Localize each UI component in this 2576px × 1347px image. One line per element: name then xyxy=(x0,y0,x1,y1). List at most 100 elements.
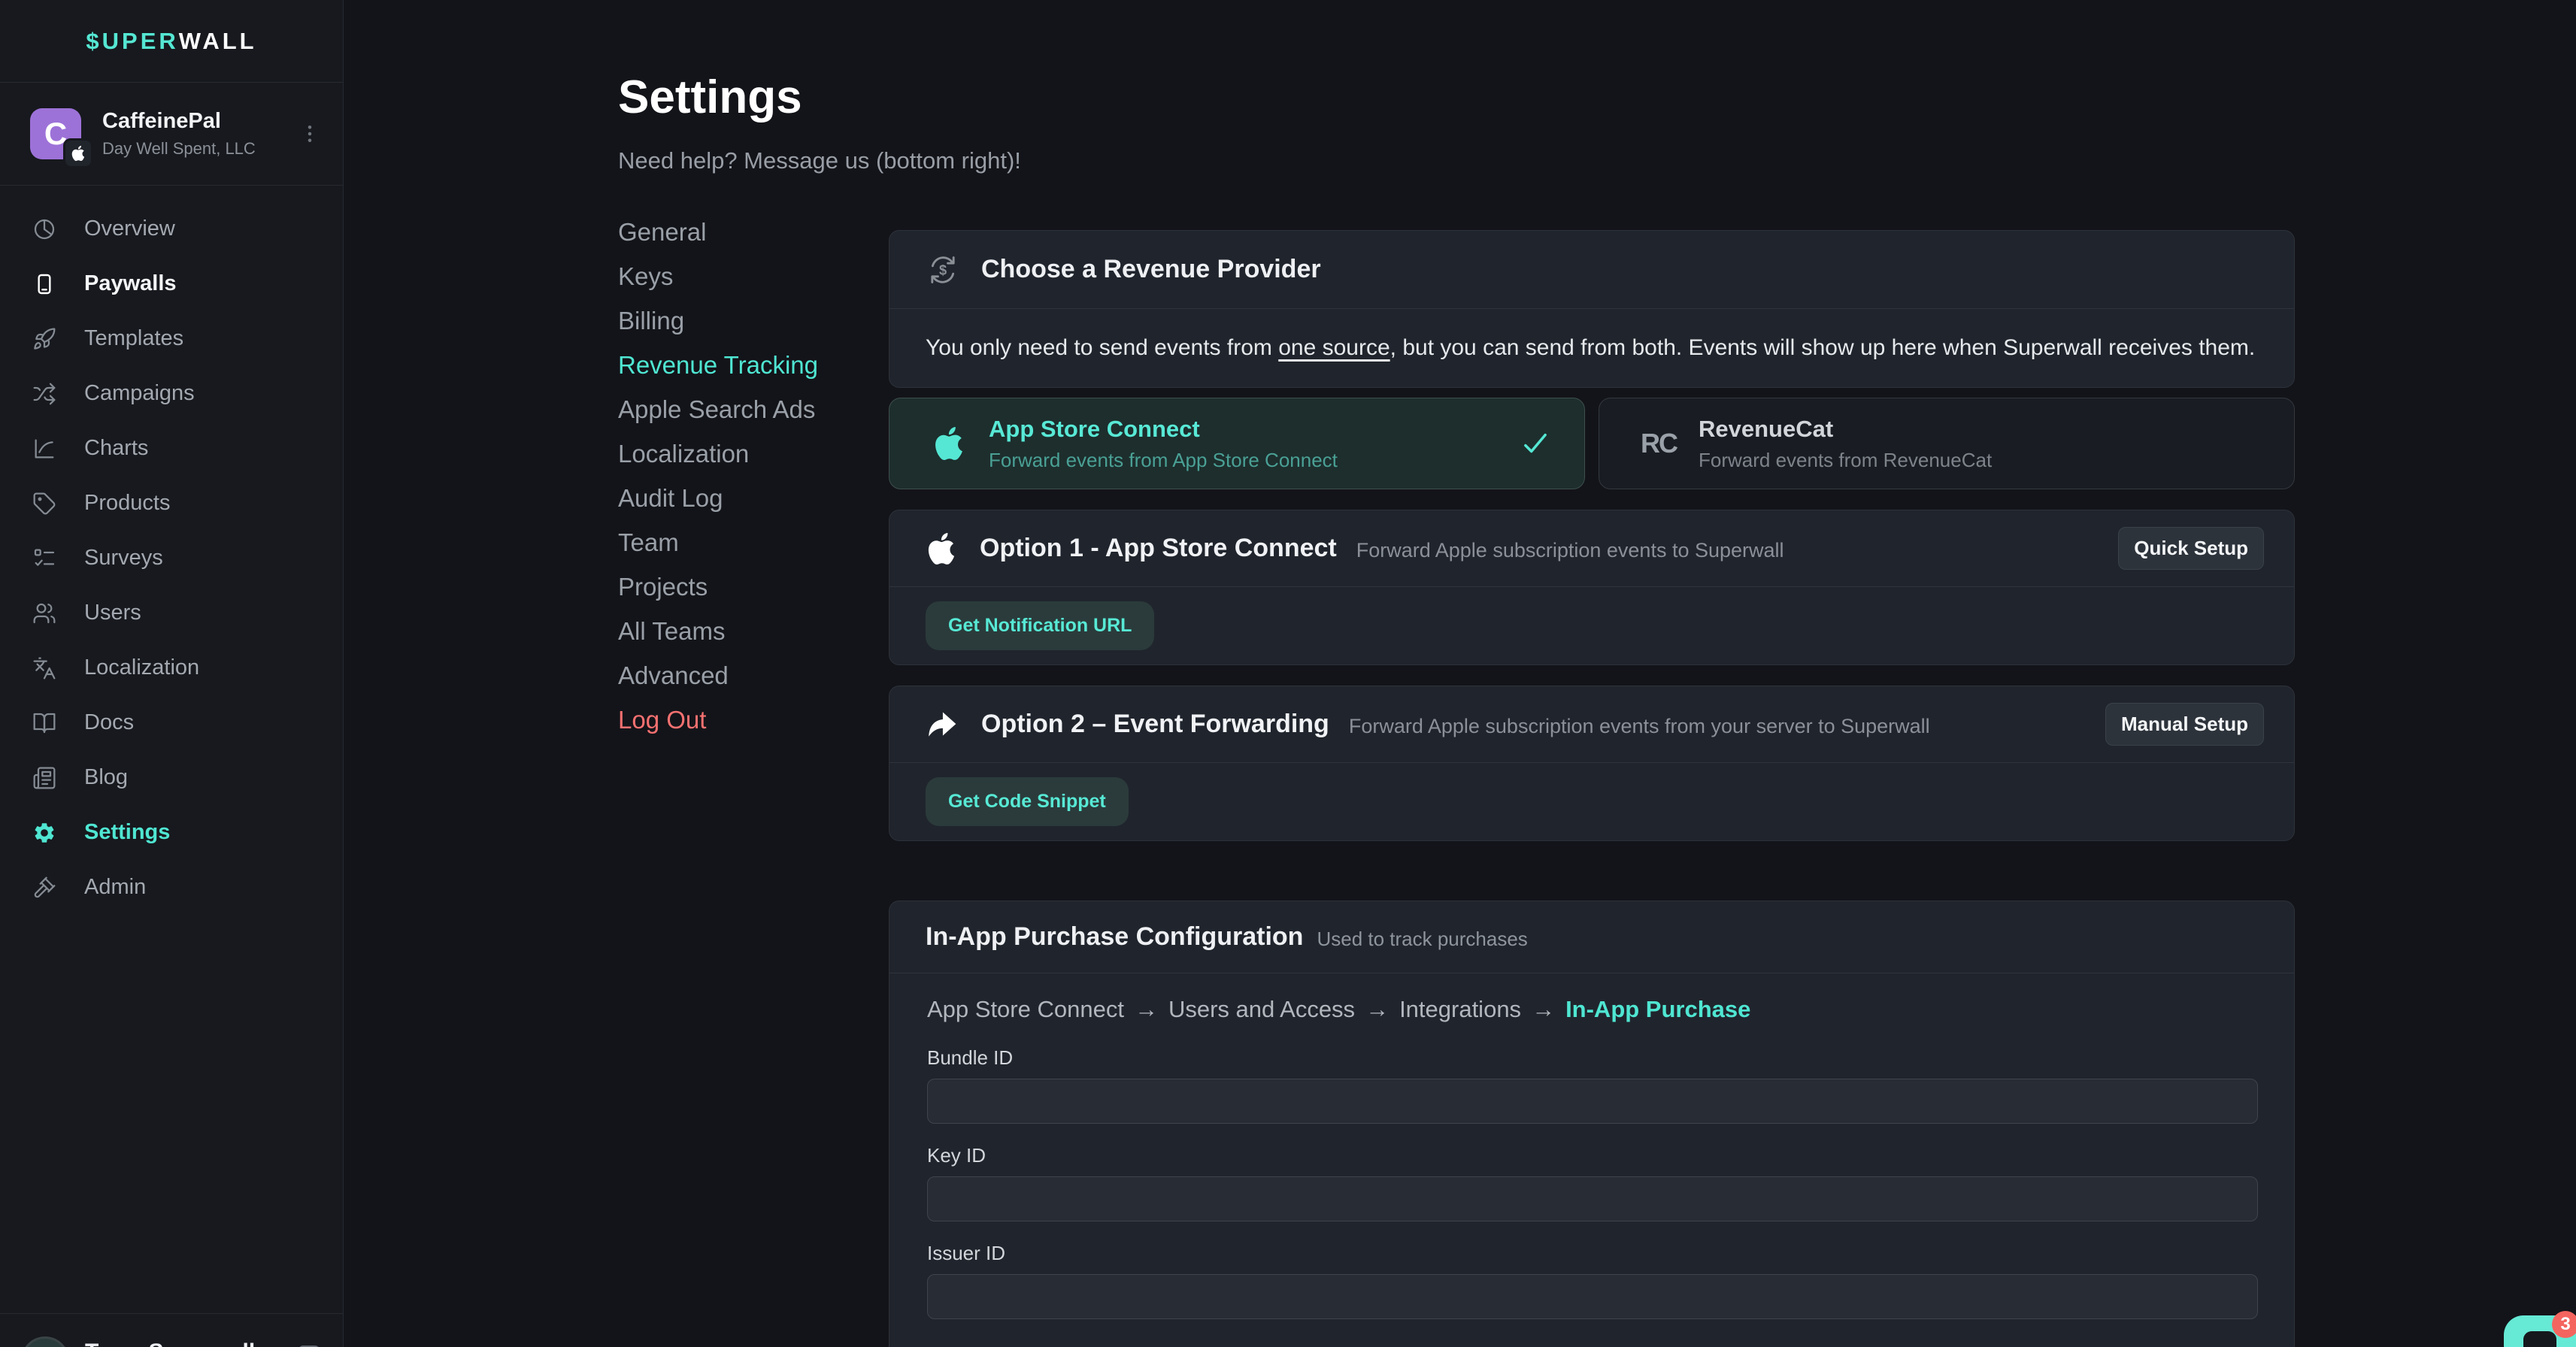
page-title: Settings xyxy=(618,71,802,124)
chat-bubble-inner xyxy=(2523,1331,2556,1347)
key-id-label: Key ID xyxy=(927,1144,2258,1167)
option2-subtitle: Forward Apple subscription events from y… xyxy=(1349,715,1930,738)
option1-title: Option 1 - App Store Connect xyxy=(980,534,1337,563)
sidebar-item-label: Admin xyxy=(84,875,146,900)
page-subtitle: Need help? Message us (bottom right)! xyxy=(618,147,1021,174)
option2-body: Get Code Snippet xyxy=(889,763,2294,840)
breadcrumb-integrations: Integrations xyxy=(1399,996,1521,1023)
option2-header: Option 2 – Event Forwarding Forward Appl… xyxy=(889,686,2294,763)
option2-title: Option 2 – Event Forwarding xyxy=(981,710,1329,739)
key-id-input[interactable] xyxy=(927,1176,2258,1221)
get-code-snippet-button[interactable]: Get Code Snippet xyxy=(926,777,1129,826)
option1-header: Option 1 - App Store Connect Forward App… xyxy=(889,510,2294,587)
sidebar-item-products[interactable]: Products xyxy=(0,476,343,531)
sidebar-item-campaigns[interactable]: Campaigns xyxy=(0,366,343,421)
issuer-id-label: Issuer ID xyxy=(927,1242,2258,1265)
provider-description: Forward events from RevenueCat xyxy=(1699,449,1992,472)
apple-icon xyxy=(926,533,957,565)
sidebar: $UPERWALL C CaffeinePal Day Well Spent, … xyxy=(0,0,344,1347)
sidebar-item-charts[interactable]: Charts xyxy=(0,421,343,476)
main-content: Settings Need help? Message us (bottom r… xyxy=(344,0,2576,1347)
breadcrumb-app-store-connect: App Store Connect xyxy=(927,996,1124,1023)
subnav-item-general[interactable]: General xyxy=(618,210,877,254)
sidebar-item-docs[interactable]: Docs xyxy=(0,695,343,750)
logo-rest-text: WALL xyxy=(179,28,257,55)
sidebar-item-label: Blog xyxy=(84,765,128,790)
get-notification-url-button[interactable]: Get Notification URL xyxy=(926,601,1154,650)
provider-description: Forward events from App Store Connect xyxy=(989,449,1338,472)
sidebar-item-label: Templates xyxy=(84,326,183,351)
revenue-provider-panel: $ Choose a Revenue Provider You only nee… xyxy=(889,230,2295,388)
superwall-settings-app: $UPERWALL C CaffeinePal Day Well Spent, … xyxy=(0,0,2576,1347)
subnav-item-apple-search-ads[interactable]: Apple Search Ads xyxy=(618,387,877,431)
sidebar-item-blog[interactable]: Blog xyxy=(0,750,343,805)
note-after: , but you can send from both. Events wil… xyxy=(1390,335,2256,360)
sidebar-item-label: Overview xyxy=(84,216,175,241)
chat-unread-badge: 3 xyxy=(2552,1311,2576,1338)
subnav-item-logout[interactable]: Log Out xyxy=(618,698,877,742)
provider-card-app-store-connect[interactable]: App Store Connect Forward events from Ap… xyxy=(889,398,1585,489)
breadcrumb: App Store Connect → Users and Access → I… xyxy=(927,996,2258,1023)
issuer-id-input[interactable] xyxy=(927,1274,2258,1319)
sidebar-item-label: Settings xyxy=(84,820,170,845)
breadcrumb-in-app-purchase-link[interactable]: In-App Purchase xyxy=(1565,996,1750,1023)
bundle-id-input[interactable] xyxy=(927,1079,2258,1124)
sidebar-item-admin[interactable]: Admin xyxy=(0,860,343,915)
option1-app-store-connect-panel: Option 1 - App Store Connect Forward App… xyxy=(889,510,2295,665)
sidebar-item-overview[interactable]: Overview xyxy=(0,201,343,256)
superwall-logo[interactable]: $UPERWALL xyxy=(0,0,343,83)
blog-newspaper-icon xyxy=(32,765,57,791)
apple-icon xyxy=(932,427,966,460)
rc-logo-text: RC xyxy=(1641,428,1677,459)
subnav-item-audit-log[interactable]: Audit Log xyxy=(618,476,877,520)
sidebar-item-settings[interactable]: Settings xyxy=(0,805,343,860)
provider-name: RevenueCat xyxy=(1699,416,1992,443)
iap-config-body: App Store Connect → Users and Access → I… xyxy=(889,973,2294,1319)
templates-rocket-icon xyxy=(32,326,57,352)
sidebar-footer-team[interactable]: Team Superwall xyxy=(0,1313,343,1347)
settings-gear-icon xyxy=(32,820,57,846)
iap-config-panel: In-App Purchase Configuration Used to tr… xyxy=(889,901,2295,1347)
provider-card-revenuecat[interactable]: RC RevenueCat Forward events from Revenu… xyxy=(1599,398,2295,489)
workspace-switcher[interactable]: C CaffeinePal Day Well Spent, LLC xyxy=(0,83,343,186)
forward-arrow-icon xyxy=(926,708,959,741)
subnav-item-team[interactable]: Team xyxy=(618,520,877,565)
workspace-org-name: Day Well Spent, LLC xyxy=(102,139,256,159)
docs-book-icon xyxy=(32,710,57,736)
subnav-item-all-teams[interactable]: All Teams xyxy=(618,609,877,653)
option1-subtitle: Forward Apple subscription events to Sup… xyxy=(1356,539,1784,562)
option2-event-forwarding-panel: Option 2 – Event Forwarding Forward Appl… xyxy=(889,686,2295,841)
quick-setup-button[interactable]: Quick Setup xyxy=(2118,527,2264,570)
subnav-item-advanced[interactable]: Advanced xyxy=(618,653,877,698)
overview-icon xyxy=(32,216,57,242)
sidebar-item-templates[interactable]: Templates xyxy=(0,311,343,366)
option1-body: Get Notification URL xyxy=(889,587,2294,664)
manual-setup-button[interactable]: Manual Setup xyxy=(2105,703,2264,746)
subnav-item-revenue-tracking[interactable]: Revenue Tracking xyxy=(618,343,877,387)
sidebar-item-localization[interactable]: Localization xyxy=(0,640,343,695)
charts-icon xyxy=(32,436,57,462)
subnav-item-billing[interactable]: Billing xyxy=(618,298,877,343)
sidebar-item-label: Charts xyxy=(84,436,148,461)
subnav-item-keys[interactable]: Keys xyxy=(618,254,877,298)
sidebar-item-label: Users xyxy=(84,601,141,625)
revenue-tracking-panels: $ Choose a Revenue Provider You only nee… xyxy=(889,230,2295,1347)
surveys-checklist-icon xyxy=(32,546,57,571)
team-name: Team Superwall xyxy=(85,1339,255,1347)
workspace-menu-kebab-icon[interactable] xyxy=(295,116,325,152)
subnav-item-localization[interactable]: Localization xyxy=(618,431,877,476)
sidebar-item-surveys[interactable]: Surveys xyxy=(0,531,343,586)
breadcrumb-arrow-icon: → xyxy=(1365,996,1389,1023)
campaigns-shuffle-icon xyxy=(32,381,57,407)
breadcrumb-users-and-access: Users and Access xyxy=(1168,996,1355,1023)
sidebar-item-label: Docs xyxy=(84,710,134,735)
subnav-item-projects[interactable]: Projects xyxy=(618,565,877,609)
selected-check-icon xyxy=(1520,428,1551,459)
logo-accent-text: $UPER xyxy=(86,28,178,55)
sidebar-item-paywalls[interactable]: Paywalls xyxy=(0,256,343,311)
sidebar-item-users[interactable]: Users xyxy=(0,586,343,640)
sidebar-item-label: Localization xyxy=(84,655,199,680)
users-icon xyxy=(32,601,57,626)
revenue-provider-header: $ Choose a Revenue Provider xyxy=(889,231,2294,309)
settings-subnav: General Keys Billing Revenue Tracking Ap… xyxy=(618,210,877,742)
